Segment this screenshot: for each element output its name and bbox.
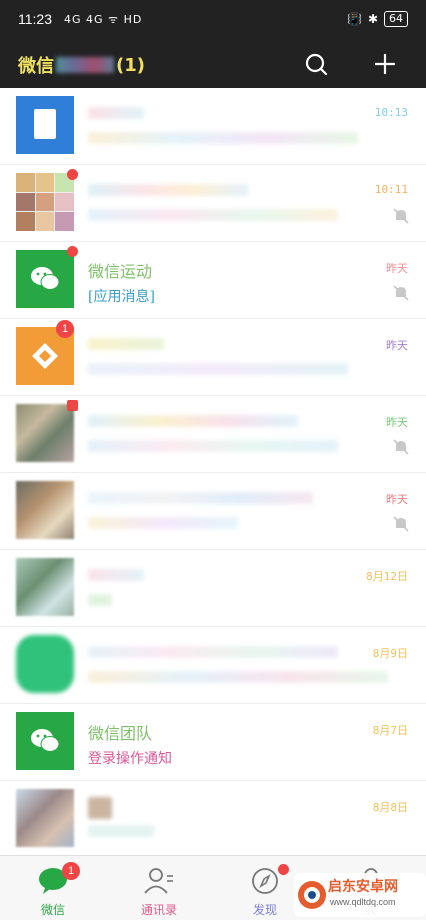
status-right: 📳 ✱ 64: [347, 11, 408, 27]
avatar: [16, 558, 74, 616]
unread-dot: [67, 169, 78, 180]
chat-name: [88, 489, 313, 508]
chat-message: [88, 825, 154, 841]
chat-time: 8月9日: [372, 647, 408, 660]
unread-badge: 1: [56, 320, 74, 338]
avatar: [16, 404, 74, 462]
search-icon: [305, 53, 328, 76]
chat-message: 登录操作通知: [88, 751, 172, 767]
chat-item[interactable]: 昨天: [0, 396, 426, 473]
chat-name: [88, 412, 298, 431]
chat-name: [88, 797, 112, 823]
chat-message: [88, 209, 338, 225]
chat-item[interactable]: 8月12日: [0, 550, 426, 627]
vibrate-icon: 📳: [346, 12, 362, 26]
wechat-icon: [31, 729, 60, 752]
chat-time: 8月8日: [372, 801, 408, 814]
chat-message: [88, 671, 388, 687]
avatar: [16, 789, 74, 847]
chat-time: 10:11: [374, 183, 408, 196]
contacts-icon: [144, 868, 173, 894]
mute-icon: [393, 285, 409, 301]
search-button[interactable]: [300, 48, 332, 80]
chat-name: [88, 335, 164, 354]
chat-name: [88, 104, 144, 123]
battery-icon: 64: [384, 11, 408, 27]
status-bar: 11:23 4G 4G ᯤ HD 📳 ✱ 64: [0, 0, 426, 40]
tab-contacts[interactable]: 通讯录: [106, 856, 212, 920]
chat-list[interactable]: 10:13 10:11 微信运动 [应用消息] 昨天 1 昨天 昨天 昨天 8月…: [0, 88, 426, 854]
bluetooth-icon: ✱: [367, 12, 378, 26]
add-button[interactable]: [369, 48, 401, 80]
chat-message: [应用消息]: [88, 289, 155, 305]
title-text: 微信: [18, 56, 54, 77]
app-title: 微信 (1): [18, 52, 145, 78]
chat-name: 微信运动: [88, 262, 153, 281]
blurred-account-name: [56, 57, 114, 73]
chat-item[interactable]: 10:11: [0, 165, 426, 242]
chat-item-wechat-team[interactable]: 微信团队 登录操作通知 8月7日: [0, 704, 426, 781]
chat-time: 昨天: [386, 339, 408, 352]
avatar-wechat-sports: [16, 250, 74, 308]
chat-time: 昨天: [386, 416, 408, 429]
compass-icon: [252, 868, 278, 894]
chat-name: [88, 181, 248, 200]
watermark-text: 启东安卓网: [328, 879, 398, 895]
plus-icon: [375, 54, 395, 74]
chat-name: [88, 566, 144, 585]
chat-time: 10:13: [374, 106, 408, 119]
chat-item[interactable]: 8月8日: [0, 781, 426, 854]
tab-chats[interactable]: 1 微信: [0, 856, 106, 920]
app-header: 微信 (1): [0, 40, 426, 88]
chat-time: 8月7日: [372, 724, 408, 737]
tab-label: 通讯录: [140, 903, 177, 917]
diamond-logo-icon: [32, 343, 58, 369]
mute-icon: [393, 516, 409, 532]
chat-time: 昨天: [386, 493, 408, 506]
unread-dot: [67, 246, 78, 257]
mute-icon: [393, 208, 409, 224]
chat-name: [88, 643, 338, 662]
avatar-group: [16, 173, 74, 231]
watermark-url: www.qdltdq.com: [330, 897, 396, 907]
chat-time: 8月12日: [366, 570, 408, 583]
avatar-document: [16, 96, 74, 154]
status-time: 11:23: [18, 11, 52, 27]
mute-icon: [393, 439, 409, 455]
chats-unread-badge: 1: [62, 862, 80, 880]
chat-item-wechat-sports[interactable]: 微信运动 [应用消息] 昨天: [0, 242, 426, 319]
chat-item[interactable]: 1 昨天: [0, 319, 426, 396]
chat-message: [88, 440, 338, 456]
chat-item[interactable]: 8月9日: [0, 627, 426, 704]
signal-icons: 4G 4G ᯤ HD: [64, 13, 143, 26]
chat-name: 微信团队: [88, 724, 153, 743]
discover-dot: [278, 864, 289, 875]
chat-item[interactable]: 昨天: [0, 473, 426, 550]
avatar-wechat-team: [16, 712, 74, 770]
chat-message: [88, 132, 358, 148]
chat-time: 昨天: [386, 262, 408, 275]
unread-count: (1): [116, 54, 145, 76]
chat-message: [88, 517, 238, 533]
avatar: [16, 481, 74, 539]
avatar: [16, 635, 74, 693]
chat-item[interactable]: 10:13: [0, 88, 426, 165]
unread-dot: [67, 400, 78, 411]
chat-message: [88, 594, 112, 610]
tab-label: 微信: [40, 903, 65, 917]
wechat-icon: [31, 267, 60, 290]
chat-message: [88, 363, 348, 379]
